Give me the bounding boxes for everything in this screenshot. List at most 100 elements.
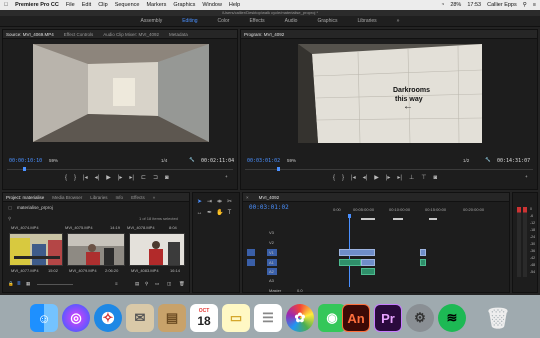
video-clip[interactable] <box>361 259 375 266</box>
play-icon[interactable]: ▶ <box>106 174 111 181</box>
video-clip[interactable] <box>420 249 426 256</box>
tab-source[interactable]: Source: MVI_4069.MP4 <box>6 32 54 37</box>
mark-out-icon[interactable]: } <box>74 175 76 181</box>
siri-icon[interactable]: ◎ <box>62 304 90 332</box>
track-v1[interactable]: V1 <box>269 250 274 255</box>
prog-step-back-icon[interactable]: ◂| <box>363 174 368 181</box>
thumb-4083[interactable] <box>129 233 185 266</box>
workspace-libraries[interactable]: Libraries <box>357 18 376 24</box>
workspace-graphics[interactable]: Graphics <box>317 18 337 24</box>
video-clip[interactable] <box>339 249 375 256</box>
tab-program[interactable]: Program: MVI_4092 <box>244 32 284 37</box>
pen-tool-icon[interactable]: ✒ <box>206 210 213 217</box>
sort-icon[interactable]: ≡ <box>115 281 118 286</box>
new-item-icon[interactable]: ◫ <box>167 281 171 287</box>
settings-icon[interactable]: 🔧 <box>189 157 195 163</box>
close-icon[interactable]: × <box>246 195 249 200</box>
prog-play-icon[interactable]: ▶ <box>374 174 379 181</box>
automate-icon[interactable]: ▤ <box>135 281 139 287</box>
audio-clip[interactable] <box>420 259 426 266</box>
prog-go-to-out-icon[interactable]: ▸| <box>397 174 402 181</box>
search-icon[interactable]: ⚲ <box>523 2 527 8</box>
project-search-icon[interactable]: ⚲ <box>8 216 11 222</box>
step-back-icon[interactable]: ◂| <box>95 174 100 181</box>
spotify-icon[interactable]: ≋ <box>438 304 466 332</box>
menu-clip[interactable]: Clip <box>98 2 107 8</box>
tab-effects[interactable]: Effects <box>131 195 145 200</box>
finder-icon[interactable]: ☺ <box>30 304 58 332</box>
program-video-frame[interactable] <box>298 44 482 143</box>
animate-icon[interactable]: An <box>342 304 370 332</box>
track-a1-target[interactable] <box>247 259 255 266</box>
go-to-out-icon[interactable]: ▸| <box>129 174 134 181</box>
insert-icon[interactable]: ⊏ <box>141 174 146 181</box>
tab-media-browser[interactable]: Media Browser <box>52 195 82 200</box>
workspace-effects[interactable]: Effects <box>249 18 264 24</box>
lift-icon[interactable]: ⊥ <box>409 174 414 181</box>
tab-audio-clip-mixer[interactable]: Audio Clip Mixer: MVI_4092 <box>103 32 159 37</box>
user-name[interactable]: Callier Epps <box>487 2 517 8</box>
tab-more-icon[interactable]: » <box>153 195 156 200</box>
track-v2[interactable]: V2 <box>269 240 274 245</box>
calendar-icon[interactable]: OCT 18 <box>190 304 218 332</box>
source-video-frame[interactable] <box>33 44 209 142</box>
timeline-playhead[interactable] <box>348 214 351 218</box>
wifi-icon[interactable]: ◔ <box>441 2 444 8</box>
find-icon[interactable]: ⚲ <box>145 281 148 287</box>
thumb-4079[interactable] <box>67 233 125 266</box>
track-select-tool-icon[interactable]: ⇥ <box>206 199 213 206</box>
tab-info[interactable]: Info <box>116 195 124 200</box>
tab-project[interactable]: Project: materialise <box>6 195 44 200</box>
menu-edit[interactable]: Edit <box>82 2 91 8</box>
new-bin-icon[interactable]: ▭ <box>155 281 159 287</box>
tab-libraries[interactable]: Libraries <box>90 195 107 200</box>
program-time-ruler[interactable] <box>245 169 533 170</box>
audio-clip[interactable] <box>361 268 375 275</box>
track-v3[interactable]: V3 <box>269 230 274 235</box>
prog-mark-out-icon[interactable]: } <box>342 175 344 181</box>
master-value[interactable]: 0.0 <box>297 288 303 293</box>
app-menu[interactable]: Premiere Pro CC <box>15 2 59 8</box>
selection-tool-icon[interactable]: ➤ <box>196 199 203 206</box>
razor-tool-icon[interactable]: ✂ <box>226 199 233 206</box>
timeline-timecode[interactable]: 00:03:01:02 <box>249 204 289 211</box>
menu-graphics[interactable]: Graphics <box>173 2 195 8</box>
track-a2[interactable]: A2 <box>269 269 274 274</box>
battery-percent[interactable]: 28% <box>450 2 461 8</box>
tab-metadata[interactable]: Metadata <box>169 32 188 37</box>
photos-icon[interactable]: ✿ <box>286 304 314 332</box>
work-area-bar-3[interactable] <box>429 218 437 220</box>
slip-tool-icon[interactable]: ↔ <box>196 210 203 217</box>
workspace-more-icon[interactable]: » <box>397 18 400 24</box>
workspace-assembly[interactable]: Assembly <box>141 18 163 24</box>
go-to-in-icon[interactable]: |◂ <box>83 174 88 181</box>
source-time-ruler[interactable] <box>7 169 233 170</box>
export-frame-icon[interactable]: ◙ <box>165 175 169 181</box>
reminders-icon[interactable]: ☰ <box>254 304 282 332</box>
extract-icon[interactable]: ⊤ <box>421 174 426 181</box>
ripple-edit-tool-icon[interactable]: ⇼ <box>216 199 223 206</box>
program-zoom[interactable]: 59% <box>287 158 296 163</box>
menu-file[interactable]: File <box>66 2 75 8</box>
type-tool-icon[interactable]: T <box>226 210 233 217</box>
add-button-icon[interactable]: + <box>225 174 228 179</box>
program-playhead[interactable] <box>277 167 280 171</box>
system-preferences-icon[interactable]: ⚙ <box>406 304 434 332</box>
thumb-4077[interactable] <box>9 233 63 266</box>
prog-step-forward-icon[interactable]: |▸ <box>386 174 391 181</box>
program-settings-icon[interactable]: 🔧 <box>485 157 491 163</box>
overwrite-icon[interactable]: ⊐ <box>153 174 158 181</box>
track-a3[interactable]: A3 <box>269 278 274 283</box>
prog-add-button-icon[interactable]: + <box>525 174 528 179</box>
workspace-audio[interactable]: Audio <box>285 18 298 24</box>
workspace-editing[interactable]: Editing <box>182 18 197 24</box>
trash-can-icon[interactable]: 🗑 <box>484 304 512 332</box>
safari-icon[interactable]: ✧ <box>94 304 122 332</box>
work-area-bar[interactable] <box>361 218 375 220</box>
source-resolution[interactable]: 1/4 <box>161 158 167 163</box>
prog-go-to-in-icon[interactable]: |◂ <box>351 174 356 181</box>
menu-window[interactable]: Window <box>202 2 222 8</box>
notes-icon[interactable]: ▤ <box>158 304 186 332</box>
prog-export-frame-icon[interactable]: ◙ <box>433 175 437 181</box>
source-timecode[interactable]: 00:00:10:10 <box>9 158 42 164</box>
